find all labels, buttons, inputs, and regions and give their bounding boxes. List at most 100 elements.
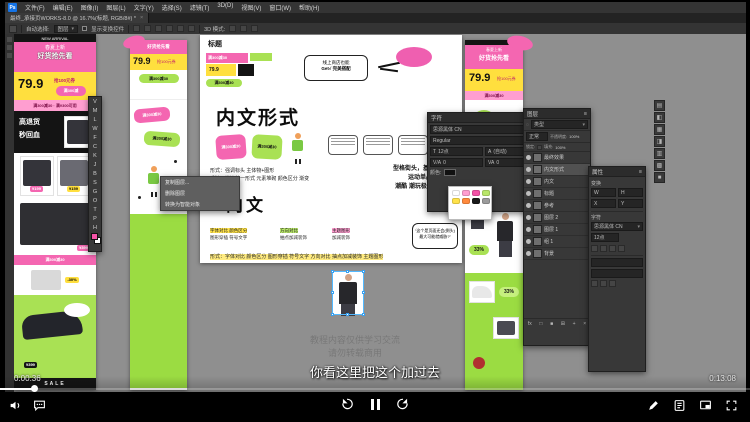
align-text-left-icon[interactable] (591, 245, 598, 252)
progress-bar[interactable] (0, 388, 750, 390)
tool-button[interactable]: T (89, 205, 101, 214)
forward-icon[interactable] (396, 397, 410, 411)
tool-button[interactable]: G (89, 187, 101, 196)
dock-panel-icon[interactable]: ▤ (654, 100, 665, 111)
progress-knob[interactable] (31, 385, 38, 392)
layer-row[interactable]: 最终效果 (524, 152, 590, 164)
props-icon[interactable] (591, 280, 598, 287)
font-family-select[interactable]: 思源黑体 CN▾ (430, 125, 538, 134)
artboard-main[interactable]: 标题 满300减30 79.9 满300减30 线上商店也能 Get√ 完美搭配 (200, 35, 462, 263)
layer-visibility-icon[interactable] (526, 155, 531, 160)
pen-annotate-icon[interactable] (646, 398, 660, 412)
panel-menu-icon[interactable]: ≡ (584, 111, 587, 117)
layers-footer-icon[interactable]: ■ (550, 321, 553, 327)
context-menu-item[interactable]: 转换为智能对象 (161, 199, 239, 210)
tool-button[interactable]: J (89, 160, 101, 169)
layer-thumbnail[interactable] (533, 189, 542, 198)
layer-visibility-icon[interactable] (526, 167, 531, 172)
height-field[interactable]: H (618, 188, 643, 197)
panel-menu-icon[interactable]: ≡ (639, 169, 642, 175)
layers-footer-icon[interactable]: + (573, 321, 576, 327)
foreground-color-swatch[interactable] (91, 233, 98, 240)
menu-item[interactable]: 图像(I) (77, 3, 103, 12)
layers-footer-icon[interactable]: × (583, 321, 586, 327)
fullscreen-icon[interactable] (724, 398, 738, 412)
dock-panel-icon[interactable]: ▦ (654, 124, 665, 135)
layer-visibility-icon[interactable] (526, 179, 531, 184)
layers-panel-tab[interactable]: 图层 (527, 110, 538, 118)
x-field[interactable]: X (591, 199, 616, 208)
3d-mode-icon[interactable] (229, 25, 236, 32)
layer-row[interactable]: 组 1 (524, 236, 590, 248)
layer-filter-select[interactable]: 类型▾ (531, 120, 588, 129)
context-menu-item[interactable]: 删除图层 (161, 188, 239, 199)
tool-button[interactable]: S (89, 178, 101, 187)
tool-button[interactable]: P (89, 214, 101, 223)
artboard-strip2[interactable]: 好货抢先看 79.9 抢100元券 满300减30 满300减30 满300减3… (130, 40, 187, 390)
properties-panel-tab[interactable]: 属性 (592, 168, 603, 176)
menu-item[interactable]: 文件(F) (21, 3, 49, 12)
align-bottom-icon[interactable] (188, 25, 195, 32)
tool-button[interactable]: B (89, 169, 101, 178)
layer-row[interactable]: 内文 (524, 176, 590, 188)
props-font-select[interactable]: 思源黑体 CN▾ (591, 222, 643, 231)
tool-button[interactable]: H (89, 223, 101, 232)
layer-row[interactable]: 参考 (524, 200, 590, 212)
menu-item[interactable]: 滤镜(T) (186, 3, 214, 12)
layer-row[interactable]: 内文形式 (524, 164, 590, 176)
color-swatch-control[interactable] (89, 232, 101, 246)
align-text-justify-icon[interactable] (618, 245, 625, 252)
layer-thumbnail[interactable] (533, 249, 542, 258)
selected-layer-object[interactable] (333, 272, 363, 314)
dock-panel-icon[interactable]: ■ (654, 172, 665, 183)
tool-button[interactable]: C (89, 142, 101, 151)
dock-panel-icon[interactable]: ▩ (654, 160, 665, 171)
layer-visibility-icon[interactable] (526, 251, 531, 256)
document-tab[interactable]: 最终_承接页WORKS-8.0 @ 16.7%(标题, RGB/8#) * × (5, 13, 149, 23)
tool-button[interactable]: L (89, 115, 101, 124)
canvas-area[interactable]: 教程内容仅供学习交流 请勿转载商用 NEW ARRIVAL 春夏上新 好货抢先看… (5, 34, 746, 392)
artboard-banner-left[interactable]: NEW ARRIVAL 春夏上新 好货抢先看 79.9 抢100元券 满300减… (14, 34, 96, 390)
dock-panel-icon[interactable]: ◨ (654, 136, 665, 147)
layer-visibility-icon[interactable] (526, 191, 531, 196)
props-icon[interactable] (600, 280, 607, 287)
context-menu-item[interactable]: 复制图层... (161, 177, 239, 188)
menu-item[interactable]: 3D(D) (213, 3, 237, 12)
lock-icon[interactable] (537, 145, 542, 150)
align-left-icon[interactable] (133, 25, 140, 32)
move-tool-icon[interactable] (9, 25, 17, 33)
layer-row[interactable]: 背景 (524, 248, 590, 260)
layer-visibility-icon[interactable] (526, 215, 531, 220)
layer-thumbnail[interactable] (533, 165, 542, 174)
tool-button[interactable]: M (89, 106, 101, 115)
width-field[interactable]: W (591, 188, 616, 197)
kerning-field[interactable]: V/A0 (430, 158, 483, 167)
font-style-select[interactable]: Regular▾ (430, 136, 538, 145)
layer-thumbnail[interactable] (533, 225, 542, 234)
layer-thumbnail[interactable] (533, 237, 542, 246)
layer-visibility-icon[interactable] (526, 239, 531, 244)
menu-item[interactable]: 编辑(E) (49, 3, 77, 12)
align-right-icon[interactable] (155, 25, 162, 32)
dock-panel-icon[interactable]: ◧ (654, 112, 665, 123)
menu-item[interactable]: 图层(L) (102, 3, 129, 12)
layer-thumbnail[interactable] (533, 153, 542, 162)
notes-icon[interactable] (672, 398, 686, 412)
dock-panel-icon[interactable]: ▥ (654, 148, 665, 159)
layer-thumbnail[interactable] (533, 213, 542, 222)
props-size-field[interactable]: 12点 (591, 233, 619, 242)
tool-button[interactable]: W (89, 124, 101, 133)
tool-button[interactable]: V (89, 97, 101, 106)
layer-row[interactable]: 标题 (524, 188, 590, 200)
tool-button[interactable]: O (89, 196, 101, 205)
rewind-icon[interactable] (340, 397, 354, 411)
tool-button[interactable]: K (89, 151, 101, 160)
layers-footer-icon[interactable]: □ (539, 321, 542, 327)
layer-visibility-icon[interactable] (526, 227, 531, 232)
layer-row[interactable]: 图层 1 (524, 224, 590, 236)
props-icon[interactable] (609, 280, 616, 287)
layer-thumbnail[interactable] (533, 201, 542, 210)
opacity-value[interactable]: 100% (569, 134, 579, 139)
align-text-center-icon[interactable] (600, 245, 607, 252)
3d-mode-icon[interactable] (251, 25, 258, 32)
